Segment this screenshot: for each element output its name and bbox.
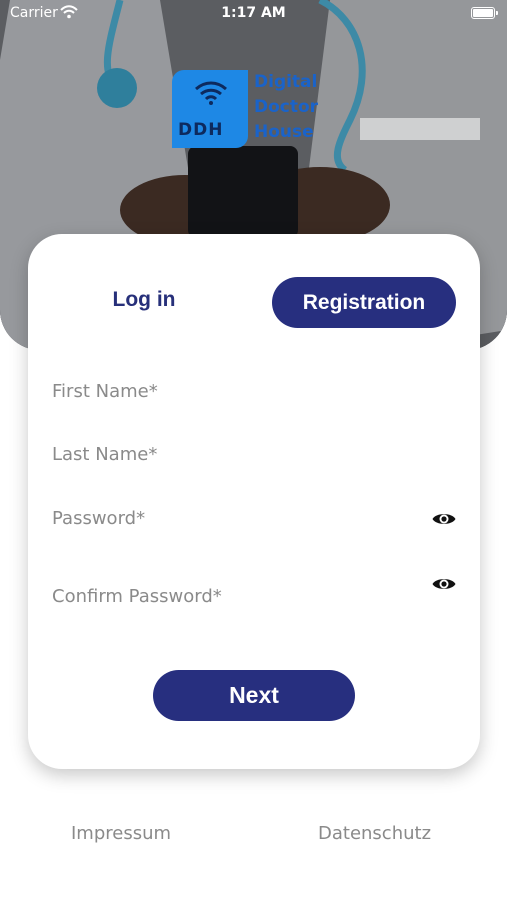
status-bar: Carrier 1:17 AM: [0, 0, 507, 28]
next-button[interactable]: Next: [153, 670, 355, 721]
confirm-password-field[interactable]: [52, 579, 456, 613]
password-field[interactable]: [52, 501, 456, 535]
last-name-field[interactable]: [52, 437, 456, 471]
registration-card: Log in Registration Next: [28, 234, 480, 769]
tab-login[interactable]: Log in: [94, 280, 194, 320]
first-name-field[interactable]: [52, 374, 456, 408]
battery-icon: [471, 7, 498, 19]
app-logo: DDH Digital Doctor House: [172, 70, 342, 148]
logo-word: Digital: [254, 72, 318, 92]
logo-word: Doctor: [254, 97, 319, 117]
datenschutz-link[interactable]: Datenschutz: [318, 823, 431, 844]
status-time: 1:17 AM: [221, 5, 286, 21]
impressum-link[interactable]: Impressum: [71, 823, 171, 844]
wifi-logo-icon: [195, 81, 227, 105]
logo-word: House: [254, 122, 314, 142]
eye-icon[interactable]: [432, 511, 456, 527]
eye-icon[interactable]: [432, 576, 456, 592]
logo-wordmark: Digital Doctor House: [254, 70, 318, 145]
logo-mark: DDH: [172, 70, 248, 148]
logo-abbreviation: DDH: [178, 120, 224, 140]
tab-registration[interactable]: Registration: [272, 277, 456, 328]
